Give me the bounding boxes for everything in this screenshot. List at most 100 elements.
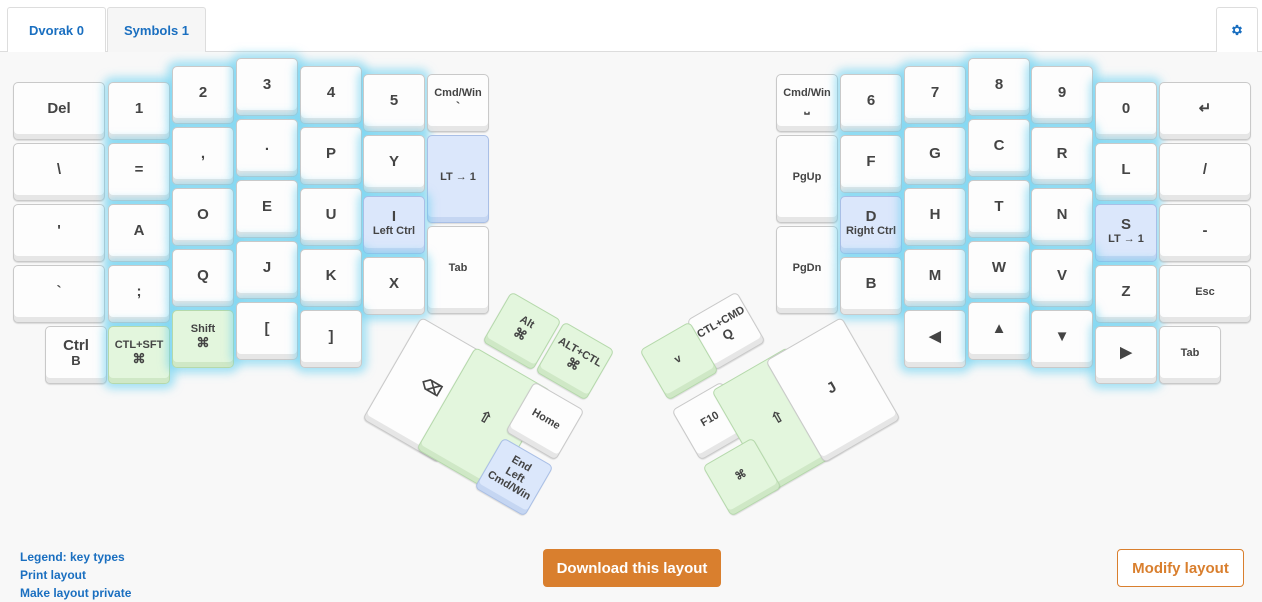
key-l-del[interactable]: Del bbox=[13, 82, 105, 140]
key-r-r[interactable]: R bbox=[1031, 127, 1093, 185]
key-l-period[interactable]: . bbox=[236, 119, 298, 177]
key-l-3[interactable]: 3 bbox=[236, 58, 298, 116]
key-l-lbracket[interactable]: [ bbox=[236, 302, 298, 360]
key-label: W bbox=[991, 259, 1007, 277]
key-r-enter[interactable]: ↵ bbox=[1159, 82, 1251, 140]
key-label: H bbox=[929, 206, 941, 224]
settings-button[interactable] bbox=[1216, 7, 1258, 52]
key-l-quote[interactable]: ' bbox=[13, 204, 105, 262]
key-r-h[interactable]: H bbox=[904, 188, 966, 246]
key-l-comma[interactable]: , bbox=[172, 127, 234, 185]
key-l-rbracket[interactable]: ] bbox=[300, 310, 362, 368]
key-l-cmdwin[interactable]: Cmd/Win ` bbox=[427, 74, 489, 132]
legend-link[interactable]: Legend: key types bbox=[20, 548, 131, 566]
key-l-ctlsft[interactable]: CTL+SFT ⌘ bbox=[108, 326, 170, 384]
key-sublabel: Left Ctrl bbox=[372, 225, 416, 238]
download-button[interactable]: Download this layout bbox=[543, 549, 721, 587]
key-l-y[interactable]: Y bbox=[363, 135, 425, 193]
key-l-ctrlb[interactable]: Ctrl B bbox=[45, 326, 107, 384]
key-label: ⌫ bbox=[417, 375, 445, 401]
key-label: ↵ bbox=[1198, 100, 1212, 118]
key-label: 8 bbox=[994, 76, 1004, 94]
key-r-0[interactable]: 0 bbox=[1095, 82, 1157, 140]
key-label: Cmd/Win bbox=[783, 87, 831, 100]
key-label: 0 bbox=[1121, 100, 1131, 118]
key-r-g[interactable]: G bbox=[904, 127, 966, 185]
key-label: LT → 1 bbox=[440, 170, 476, 183]
key-r-left[interactable]: ◀ bbox=[904, 310, 966, 368]
key-r-minus[interactable]: - bbox=[1159, 204, 1251, 262]
key-r-pgup[interactable]: PgUp bbox=[776, 135, 838, 223]
key-r-7[interactable]: 7 bbox=[904, 66, 966, 124]
key-l-2[interactable]: 2 bbox=[172, 66, 234, 124]
key-r-m[interactable]: M bbox=[904, 249, 966, 307]
key-r-cmdwin[interactable]: Cmd/Win ⎵ bbox=[776, 74, 838, 132]
key-l-j[interactable]: J bbox=[236, 241, 298, 299]
key-label: G bbox=[929, 145, 941, 163]
key-r-n[interactable]: N bbox=[1031, 188, 1093, 246]
tab-dvorak[interactable]: Dvorak 0 bbox=[7, 7, 106, 53]
make-private-link[interactable]: Make layout private bbox=[20, 584, 131, 602]
key-sublabel: ⌘ bbox=[563, 354, 583, 374]
key-r-esc[interactable]: Esc bbox=[1159, 265, 1251, 323]
key-l-1[interactable]: 1 bbox=[108, 82, 170, 140]
key-l-e[interactable]: E bbox=[236, 180, 298, 238]
key-label: F bbox=[866, 153, 876, 171]
key-l-i[interactable]: I Left Ctrl bbox=[363, 196, 425, 254]
key-r-w[interactable]: W bbox=[968, 241, 1030, 299]
key-r-t[interactable]: T bbox=[968, 180, 1030, 238]
key-l-shift[interactable]: Shift ⌘ bbox=[172, 310, 234, 368]
print-layout-link[interactable]: Print layout bbox=[20, 566, 131, 584]
key-l-lt1[interactable]: LT → 1 bbox=[427, 135, 489, 223]
key-r-s[interactable]: S LT → 1 bbox=[1095, 204, 1157, 262]
modify-layout-button[interactable]: Modify layout bbox=[1117, 549, 1244, 587]
key-r-d[interactable]: D Right Ctrl bbox=[840, 196, 902, 254]
key-l-u[interactable]: U bbox=[300, 188, 362, 246]
key-label: A bbox=[133, 222, 145, 240]
key-label: Tab bbox=[1180, 346, 1200, 359]
key-l-q[interactable]: Q bbox=[172, 249, 234, 307]
key-label: 5 bbox=[389, 92, 399, 110]
key-r-tab[interactable]: Tab bbox=[1159, 326, 1221, 384]
key-r-down[interactable]: ▼ bbox=[1031, 310, 1093, 368]
key-label: O bbox=[197, 206, 209, 224]
key-label: \ bbox=[56, 161, 62, 179]
key-label: Ctrl bbox=[63, 336, 89, 354]
key-r-b[interactable]: B bbox=[840, 257, 902, 315]
key-l-x[interactable]: X bbox=[363, 257, 425, 315]
key-label: PgUp bbox=[792, 170, 822, 183]
key-label: ' bbox=[57, 222, 61, 240]
tab-symbols[interactable]: Symbols 1 bbox=[107, 7, 206, 52]
key-l-k[interactable]: K bbox=[300, 249, 362, 307]
key-r-z[interactable]: Z bbox=[1095, 265, 1157, 323]
key-r-8[interactable]: 8 bbox=[968, 58, 1030, 116]
key-label: 2 bbox=[198, 84, 208, 102]
key-label: F10 bbox=[698, 409, 722, 429]
key-r-slash[interactable]: / bbox=[1159, 143, 1251, 201]
key-l-a[interactable]: A bbox=[108, 204, 170, 262]
key-r-6[interactable]: 6 bbox=[840, 74, 902, 132]
key-l-backslash[interactable]: \ bbox=[13, 143, 105, 201]
key-r-l[interactable]: L bbox=[1095, 143, 1157, 201]
key-l-4[interactable]: 4 bbox=[300, 66, 362, 124]
key-label: K bbox=[325, 267, 337, 285]
key-l-grave[interactable]: ` bbox=[13, 265, 105, 323]
key-label: 6 bbox=[866, 92, 876, 110]
key-label: 7 bbox=[930, 84, 940, 102]
key-r-pgdn[interactable]: PgDn bbox=[776, 226, 838, 314]
key-label: Cmd/Win bbox=[434, 87, 482, 100]
key-l-equals[interactable]: = bbox=[108, 143, 170, 201]
key-r-v[interactable]: V bbox=[1031, 249, 1093, 307]
key-l-p[interactable]: P bbox=[300, 127, 362, 185]
key-r-f[interactable]: F bbox=[840, 135, 902, 193]
key-l-semicolon[interactable]: ; bbox=[108, 265, 170, 323]
key-r-c[interactable]: C bbox=[968, 119, 1030, 177]
key-r-up[interactable]: ▲ bbox=[968, 302, 1030, 360]
key-l-tab[interactable]: Tab bbox=[427, 226, 489, 314]
key-l-o[interactable]: O bbox=[172, 188, 234, 246]
key-sublabel: ` bbox=[455, 98, 461, 114]
key-r-right[interactable]: ▶ bbox=[1095, 326, 1157, 384]
key-r-9[interactable]: 9 bbox=[1031, 66, 1093, 124]
key-l-5[interactable]: 5 bbox=[363, 74, 425, 132]
key-label: [ bbox=[264, 320, 270, 338]
